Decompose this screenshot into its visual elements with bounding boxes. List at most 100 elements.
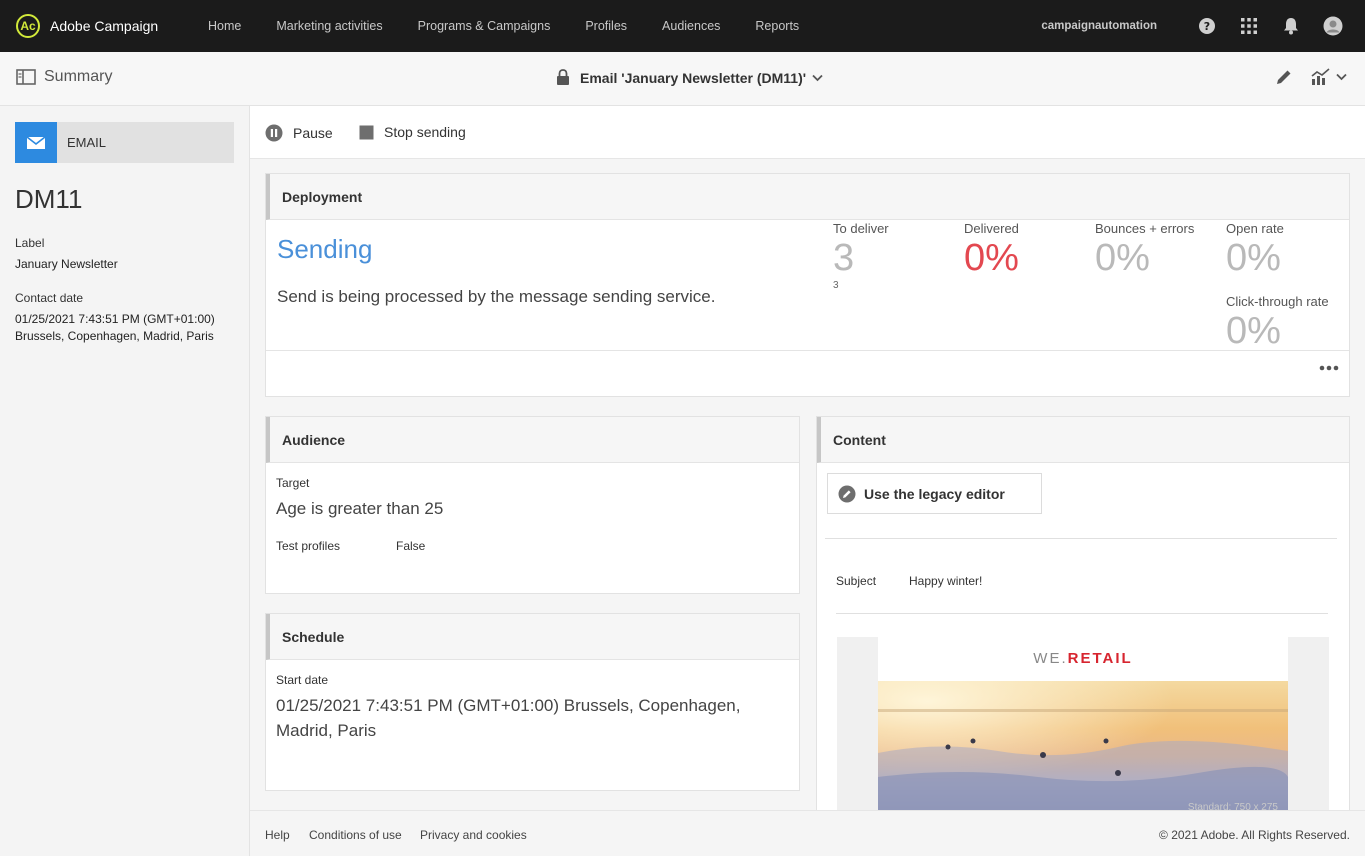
email-preview[interactable]: WE.RETAIL Standard: 750 x 275 <box>837 637 1329 810</box>
nav-profiles[interactable]: Profiles <box>585 19 627 33</box>
kpi-label: Click-through rate <box>1226 294 1329 309</box>
schedule-title: Schedule <box>266 614 799 660</box>
start-date-timezone: Madrid, Paris <box>276 721 377 740</box>
content-card: Content Use the legacy editor Subject Ha… <box>816 416 1350 810</box>
deployment-footer <box>266 350 1349 396</box>
kpi-value: 0% <box>1226 237 1281 279</box>
kpi-value: 0% <box>964 237 1019 279</box>
email-body: WE.RETAIL Standard: 750 x 275 <box>878 637 1288 810</box>
pause-icon <box>265 124 283 142</box>
main-nav: Home Marketing activities Programs & Cam… <box>208 0 834 52</box>
kpi-to-deliver: To deliver 3 3 <box>833 221 889 291</box>
page-footer: Help Conditions of use Privacy and cooki… <box>250 810 1365 856</box>
deployment-status: Sending <box>277 234 373 264</box>
stop-icon <box>359 125 374 139</box>
adobe-campaign-logo-icon: Ac <box>16 14 40 38</box>
help-icon[interactable]: ? <box>1197 16 1217 36</box>
top-right-tools: campaignautomation ? <box>1041 0 1343 52</box>
chevron-down-icon <box>812 74 823 81</box>
channel-badge: EMAIL <box>15 122 234 163</box>
lock-icon <box>557 69 569 85</box>
target-value: Age is greater than 25 <box>276 499 444 518</box>
use-legacy-editor-button[interactable]: Use the legacy editor <box>827 473 1042 514</box>
email-envelope-icon <box>15 122 57 163</box>
label-caption: Label <box>15 236 45 250</box>
subject-caption: Subject <box>836 574 877 588</box>
kpi-open-rate: Open rate 0% <box>1226 221 1284 280</box>
nav-home[interactable]: Home <box>208 19 241 33</box>
edit-pencil-icon[interactable] <box>1275 68 1293 86</box>
sub-header: Summary Email 'January Newsletter (DM11)… <box>0 52 1365 106</box>
action-bar: Pause Stop sending <box>250 106 1365 159</box>
more-options-icon[interactable] <box>1319 365 1339 371</box>
test-profiles-value: False <box>396 539 426 553</box>
pause-button[interactable]: Pause <box>265 124 333 142</box>
email-hero-image: Standard: 750 x 275 <box>878 681 1288 810</box>
summary-label: Summary <box>44 68 113 85</box>
kpi-label: Bounces + errors <box>1095 221 1195 236</box>
deployment-description: Send is being processed by the message s… <box>277 287 716 306</box>
image-dimension-note: Standard: 750 x 275 <box>1187 802 1278 810</box>
summary-toggle[interactable]: Summary <box>16 68 112 86</box>
kpi-label: Open rate <box>1226 221 1284 236</box>
email-brand-name: RETAIL <box>1067 650 1133 667</box>
contact-date-timezone: Brussels, Copenhagen, Madrid, Paris <box>15 329 214 343</box>
kpi-sub-value: 3 <box>833 280 839 291</box>
app-name: Adobe Campaign <box>50 18 159 34</box>
kpi-delivered: Delivered 0% <box>964 221 1019 280</box>
kpi-label: To deliver <box>833 221 889 236</box>
kpi-value: 0% <box>1095 237 1150 279</box>
chevron-down-icon[interactable] <box>1336 73 1347 81</box>
target-caption: Target <box>276 476 310 490</box>
divider <box>825 538 1337 539</box>
contact-date-caption: Contact date <box>15 291 84 305</box>
nav-marketing-activities[interactable]: Marketing activities <box>276 19 382 33</box>
top-bar: Ac Adobe Campaign Home Marketing activit… <box>0 0 1365 52</box>
apps-grid-icon[interactable] <box>1239 16 1259 36</box>
subject-value: Happy winter! <box>909 574 983 588</box>
channel-label: EMAIL <box>67 135 107 150</box>
main-content: Deployment Sending Send is being process… <box>250 159 1365 810</box>
email-brand-prefix: WE. <box>1033 650 1068 667</box>
brand[interactable]: Ac Adobe Campaign <box>16 12 158 40</box>
user-avatar-icon[interactable] <box>1323 16 1343 36</box>
divider <box>836 613 1328 614</box>
notifications-bell-icon[interactable] <box>1281 16 1301 36</box>
contact-date-value: 01/25/2021 7:43:51 PM (GMT+01:00) <box>15 312 215 326</box>
legacy-editor-label: Use the legacy editor <box>864 485 1005 502</box>
footer-conditions-link[interactable]: Conditions of use <box>309 828 402 842</box>
stop-sending-label: Stop sending <box>384 124 466 140</box>
start-date-value: 01/25/2021 7:43:51 PM (GMT+01:00) Brusse… <box>276 696 741 715</box>
user-name[interactable]: campaignautomation <box>1041 20 1157 32</box>
kpi-bounces-errors: Bounces + errors 0% <box>1095 221 1194 280</box>
edit-pencil-icon <box>838 485 856 502</box>
start-date-caption: Start date <box>276 673 329 687</box>
delivery-id: DM11 <box>15 184 83 214</box>
kpi-click-through-rate: Click-through rate 0% <box>1226 294 1329 353</box>
logo-glyph: Ac <box>20 19 36 33</box>
header-tools <box>1275 68 1347 86</box>
test-profiles-caption: Test profiles <box>276 539 341 553</box>
delivery-title: Email 'January Newsletter (DM11)' <box>580 69 807 86</box>
delivery-title-dropdown[interactable]: Email 'January Newsletter (DM11)' <box>556 69 823 86</box>
email-brand-logo: WE.RETAIL <box>878 650 1288 667</box>
reports-chart-icon[interactable] <box>1311 68 1331 86</box>
nav-audiences[interactable]: Audiences <box>662 19 720 33</box>
label-value: January Newsletter <box>15 257 118 271</box>
kpi-label: Delivered <box>964 221 1019 236</box>
stop-sending-button[interactable]: Stop sending <box>359 124 466 140</box>
deployment-title: Deployment <box>266 174 1349 220</box>
summary-panel: EMAIL DM11 Label January Newsletter Cont… <box>0 106 250 856</box>
footer-help-link[interactable]: Help <box>265 828 290 842</box>
copyright: © 2021 Adobe. All Rights Reserved. <box>1159 828 1350 842</box>
schedule-card: Schedule Start date 01/25/2021 7:43:51 P… <box>265 613 800 791</box>
audience-title: Audience <box>266 417 799 463</box>
footer-privacy-link[interactable]: Privacy and cookies <box>420 828 527 842</box>
nav-reports[interactable]: Reports <box>755 19 799 33</box>
pause-label: Pause <box>293 125 333 141</box>
audience-card: Audience Target Age is greater than 25 T… <box>265 416 800 594</box>
kpi-value: 3 <box>833 237 855 279</box>
panel-toggle-icon <box>16 69 36 85</box>
content-title: Content <box>817 417 1349 463</box>
nav-programs-campaigns[interactable]: Programs & Campaigns <box>418 19 551 33</box>
